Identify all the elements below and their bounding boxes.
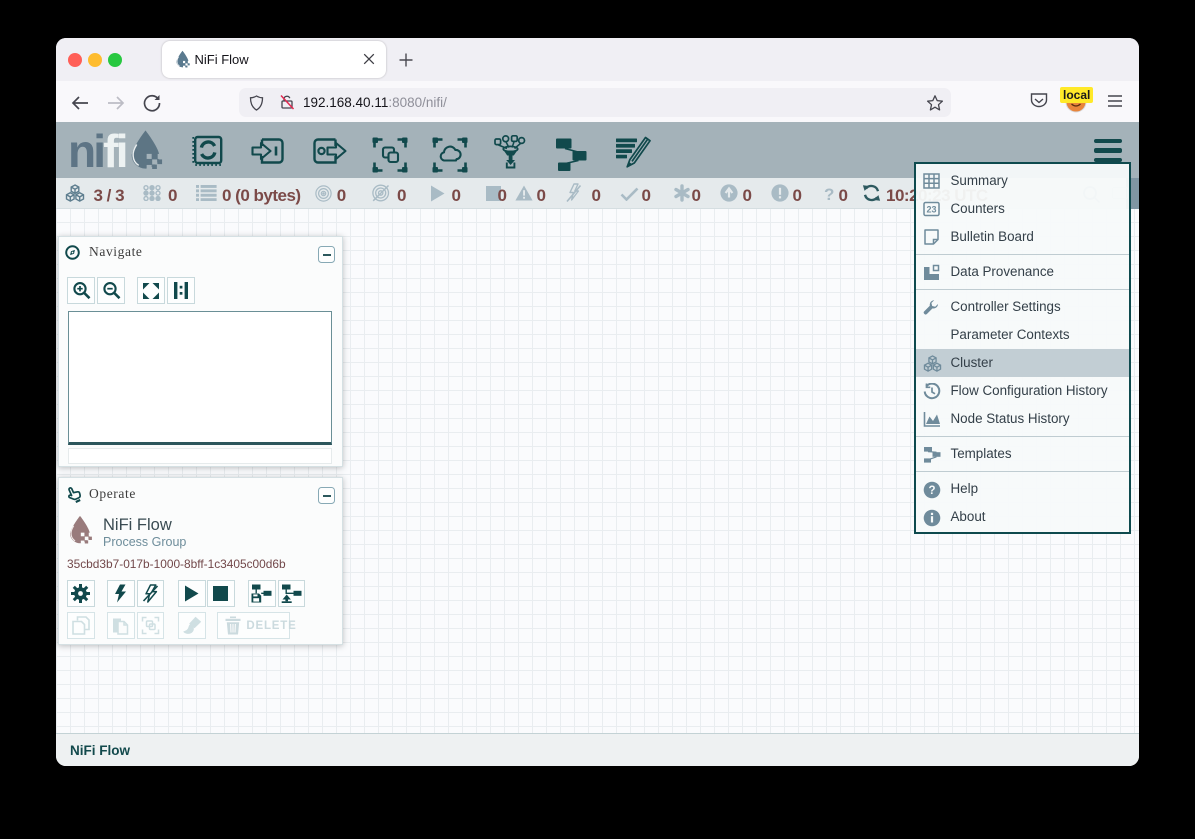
- svg-text:?: ?: [928, 485, 935, 497]
- svg-text:23: 23: [926, 205, 936, 215]
